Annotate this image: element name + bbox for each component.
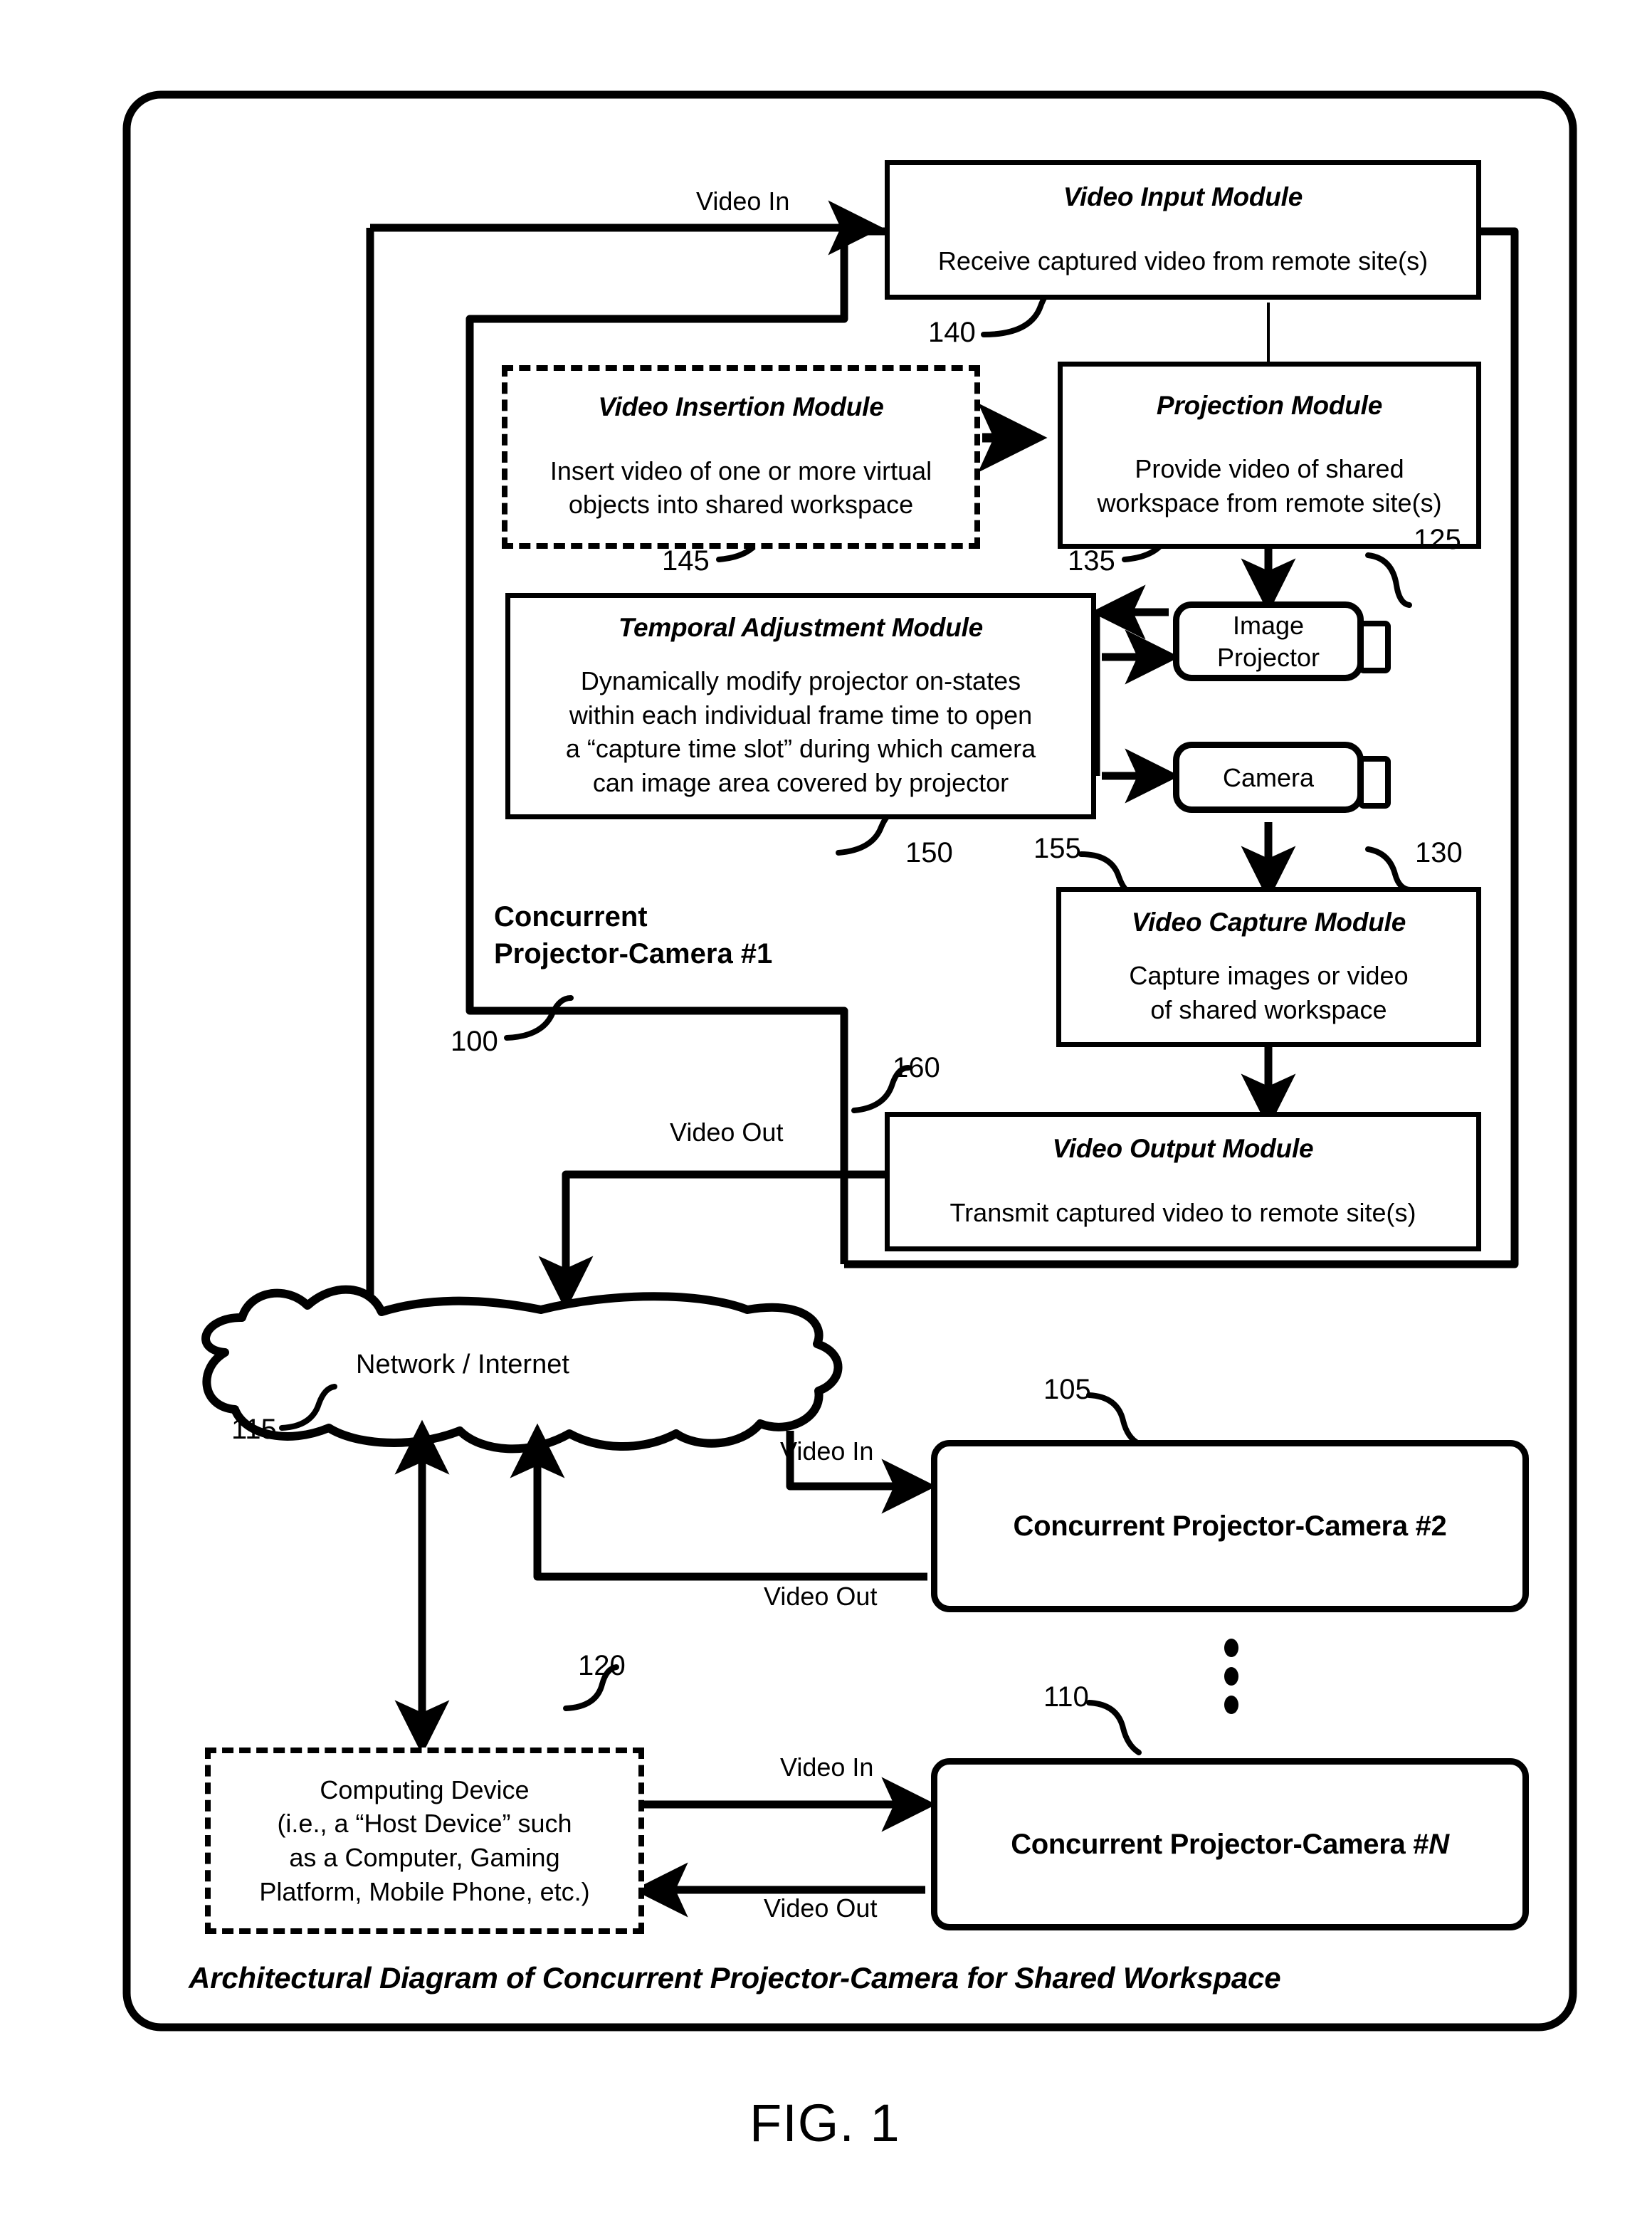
camera-label: Camera bbox=[1222, 762, 1315, 792]
leader-105 bbox=[1086, 1392, 1142, 1446]
camera-lens-nub bbox=[1358, 756, 1391, 809]
unit1-group-label: Concurrent Projector-Camera #1 bbox=[494, 898, 772, 972]
patent-figure-canvas: Video Input Module Receive captured vide… bbox=[0, 0, 1652, 2223]
ref-145: 145 bbox=[662, 545, 710, 577]
temporal-adjustment-body-3: a “capture time slot” during which camer… bbox=[565, 734, 1036, 764]
figure-caption: Architectural Diagram of Concurrent Proj… bbox=[189, 1961, 1281, 1995]
peer2-label: Concurrent Projector-Camera #2 bbox=[1013, 1510, 1447, 1542]
ref-150: 150 bbox=[905, 837, 953, 868]
video-insertion-module-body-2: objects into shared workspace bbox=[568, 490, 914, 520]
wire-video-out bbox=[538, 1170, 885, 1311]
video-capture-module: Video Capture Module Capture images or v… bbox=[1056, 887, 1481, 1047]
label-video-in-top: Video In bbox=[696, 186, 790, 216]
figure-label: FIG. 1 bbox=[749, 2093, 900, 2153]
temporal-adjustment-body-2: within each individual frame time to ope… bbox=[569, 700, 1033, 730]
video-capture-module-title: Video Capture Module bbox=[1131, 907, 1406, 937]
leader-125 bbox=[1365, 552, 1412, 608]
computing-device-line-1: Computing Device bbox=[320, 1775, 530, 1804]
computing-device-line-3: as a Computer, Gaming bbox=[289, 1843, 560, 1872]
label-video-out-peerN: Video Out bbox=[764, 1893, 878, 1923]
ellipsis-dot-2 bbox=[1224, 1667, 1238, 1686]
video-capture-body-1: Capture images or video bbox=[1129, 961, 1409, 991]
ref-105: 105 bbox=[1043, 1374, 1091, 1405]
ref-115: 115 bbox=[231, 1414, 277, 1445]
ref-140: 140 bbox=[928, 317, 976, 348]
concurrent-projector-camera-n: Concurrent Projector-Camera #N bbox=[931, 1758, 1529, 1930]
video-output-module-title: Video Output Module bbox=[1052, 1133, 1314, 1163]
video-insertion-module: Video Insertion Module Insert video of o… bbox=[502, 365, 980, 549]
projection-module-title: Projection Module bbox=[1156, 390, 1383, 420]
projector-lens-nub bbox=[1358, 621, 1391, 673]
network-cloud-label: Network / Internet bbox=[356, 1350, 569, 1379]
ref-130: 130 bbox=[1415, 837, 1463, 868]
ref-135: 135 bbox=[1068, 545, 1115, 577]
ref-120: 120 bbox=[578, 1650, 626, 1681]
unit1-group-label-2: Projector-Camera #1 bbox=[494, 938, 773, 969]
leader-110 bbox=[1086, 1700, 1142, 1755]
projection-module-body-2: workspace from remote site(s) bbox=[1097, 488, 1442, 517]
video-input-module: Video Input Module Receive captured vide… bbox=[885, 160, 1481, 300]
video-input-module-title: Video Input Module bbox=[1063, 182, 1303, 211]
ellipsis-dot-1 bbox=[1224, 1639, 1238, 1657]
ellipsis-dot-3 bbox=[1224, 1696, 1238, 1714]
label-video-in-peerN: Video In bbox=[780, 1752, 874, 1782]
image-projector-label-1: Image bbox=[1232, 611, 1305, 640]
label-video-out-main: Video Out bbox=[670, 1118, 784, 1147]
video-output-module-body: Transmit captured video to remote site(s… bbox=[949, 1197, 1416, 1227]
ref-110: 110 bbox=[1043, 1681, 1089, 1713]
video-insertion-module-title: Video Insertion Module bbox=[598, 392, 884, 422]
computing-device: Computing Device (i.e., a “Host Device” … bbox=[205, 1748, 644, 1934]
ref-125: 125 bbox=[1414, 524, 1461, 555]
ref-160: 160 bbox=[893, 1052, 940, 1083]
label-video-in-peer2: Video In bbox=[780, 1436, 874, 1466]
computing-device-line-4: Platform, Mobile Phone, etc.) bbox=[259, 1876, 590, 1906]
video-capture-body-2: of shared workspace bbox=[1150, 994, 1387, 1024]
temporal-adjustment-module: Temporal Adjustment Module Dynamically m… bbox=[505, 593, 1096, 819]
image-projector-label-2: Projector bbox=[1216, 643, 1320, 672]
temporal-adjustment-module-title: Temporal Adjustment Module bbox=[618, 612, 984, 642]
peerN-label: Concurrent Projector-Camera #N bbox=[1011, 1829, 1449, 1861]
video-input-module-body: Receive captured video from remote site(… bbox=[937, 246, 1429, 275]
computing-device-line-2: (i.e., a “Host Device” such bbox=[277, 1809, 572, 1839]
ref-155: 155 bbox=[1033, 833, 1081, 864]
peerN-label-suffix: N bbox=[1429, 1828, 1449, 1860]
label-video-out-peer2: Video Out bbox=[764, 1582, 878, 1611]
image-projector-device: Image Projector bbox=[1173, 601, 1364, 681]
leader-100 bbox=[504, 995, 574, 1041]
peerN-label-prefix: Concurrent Projector-Camera # bbox=[1011, 1828, 1429, 1860]
unit1-group-label-1: Concurrent bbox=[494, 901, 648, 932]
video-insertion-module-body-1: Insert video of one or more virtual bbox=[549, 456, 932, 485]
temporal-adjustment-body-4: can image area covered by projector bbox=[592, 767, 1009, 797]
temporal-adjustment-body-1: Dynamically modify projector on-states bbox=[580, 666, 1021, 696]
ref-100: 100 bbox=[451, 1026, 498, 1057]
projection-module-body-1: Provide video of shared bbox=[1135, 454, 1404, 484]
leader-130 bbox=[1365, 846, 1414, 893]
projection-module: Projection Module Provide video of share… bbox=[1058, 362, 1481, 549]
video-output-module: Video Output Module Transmit captured vi… bbox=[885, 1112, 1481, 1251]
concurrent-projector-camera-2: Concurrent Projector-Camera #2 bbox=[931, 1440, 1529, 1612]
camera-device: Camera bbox=[1173, 742, 1364, 813]
